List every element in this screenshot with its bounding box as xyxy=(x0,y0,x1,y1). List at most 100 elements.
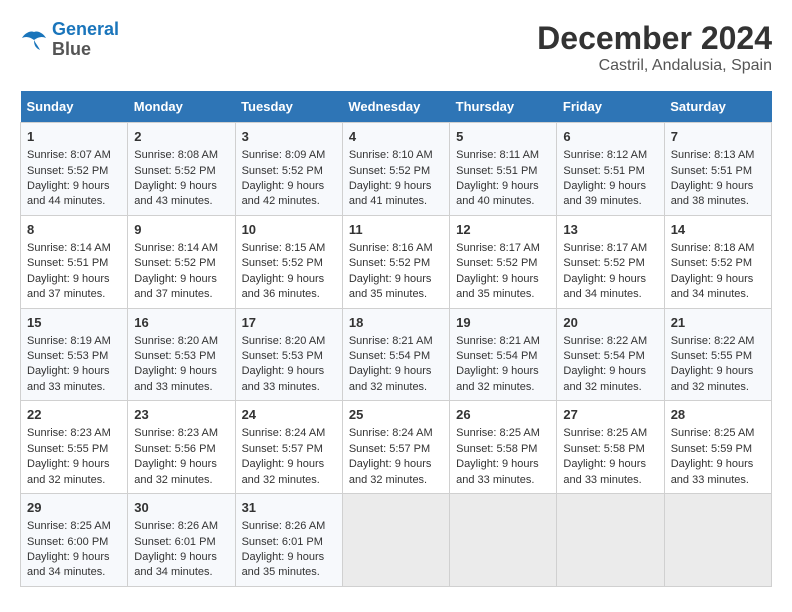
sunset: Sunset: 6:01 PM xyxy=(242,536,323,548)
sunrise: Sunrise: 8:20 AM xyxy=(134,335,218,347)
location: Castril, Andalusia, Spain xyxy=(537,57,772,75)
title-block: December 2024 Castril, Andalusia, Spain xyxy=(537,20,772,75)
week-row-5: 29Sunrise: 8:25 AMSunset: 6:00 PMDayligh… xyxy=(21,494,772,587)
sunrise: Sunrise: 8:09 AM xyxy=(242,149,326,161)
day-number: 16 xyxy=(134,314,228,332)
day-number: 29 xyxy=(27,499,121,517)
daylight: Daylight: 9 hours and 40 minutes. xyxy=(456,180,539,207)
sunset: Sunset: 5:52 PM xyxy=(349,257,430,269)
day-number: 1 xyxy=(27,128,121,146)
sunrise: Sunrise: 8:25 AM xyxy=(456,427,540,439)
week-row-1: 1Sunrise: 8:07 AMSunset: 5:52 PMDaylight… xyxy=(21,123,772,216)
daylight: Daylight: 9 hours and 34 minutes. xyxy=(134,551,217,578)
daylight: Daylight: 9 hours and 33 minutes. xyxy=(242,365,325,392)
sunset: Sunset: 6:01 PM xyxy=(134,536,215,548)
calendar-cell: 3 Sunrise: 8:09 AM Sunset: 5:52 PM Daylight… xyxy=(235,123,342,216)
sunset: Sunset: 5:52 PM xyxy=(456,257,537,269)
sunrise: Sunrise: 8:23 AM xyxy=(27,427,111,439)
daylight: Daylight: 9 hours and 35 minutes. xyxy=(349,273,432,300)
sunset: Sunset: 5:54 PM xyxy=(563,350,644,362)
header-day-tuesday: Tuesday xyxy=(235,91,342,123)
week-row-4: 22Sunrise: 8:23 AMSunset: 5:55 PMDayligh… xyxy=(21,401,772,494)
logo-bird-icon xyxy=(20,28,48,52)
calendar-cell xyxy=(450,494,557,587)
daylight: Daylight: 9 hours and 34 minutes. xyxy=(671,273,754,300)
header-day-friday: Friday xyxy=(557,91,664,123)
sunrise: Sunrise: 8:16 AM xyxy=(349,242,433,254)
calendar-cell: 22Sunrise: 8:23 AMSunset: 5:55 PMDayligh… xyxy=(21,401,128,494)
day-number: 2 xyxy=(134,128,228,146)
header-day-monday: Monday xyxy=(128,91,235,123)
calendar-cell: 5 Sunrise: 8:11 AM Sunset: 5:51 PM Daylight… xyxy=(450,123,557,216)
day-number: 22 xyxy=(27,406,121,424)
day-number: 28 xyxy=(671,406,765,424)
sunrise: Sunrise: 8:08 AM xyxy=(134,149,218,161)
day-number: 7 xyxy=(671,128,765,146)
calendar-cell xyxy=(664,494,771,587)
daylight: Daylight: 9 hours and 36 minutes. xyxy=(242,273,325,300)
day-number: 5 xyxy=(456,128,550,146)
day-number: 12 xyxy=(456,221,550,239)
calendar-cell: 12 Sunrise: 8:17 AM Sunset: 5:52 PM Dayligh… xyxy=(450,215,557,308)
daylight: Daylight: 9 hours and 37 minutes. xyxy=(27,273,110,300)
calendar-cell: 25Sunrise: 8:24 AMSunset: 5:57 PMDayligh… xyxy=(342,401,449,494)
sunrise: Sunrise: 8:17 AM xyxy=(456,242,540,254)
sunset: Sunset: 5:51 PM xyxy=(27,257,108,269)
day-number: 6 xyxy=(563,128,657,146)
sunset: Sunset: 5:53 PM xyxy=(27,350,108,362)
calendar-cell: 10Sunrise: 8:15 AMSunset: 5:52 PMDayligh… xyxy=(235,215,342,308)
sunrise: Sunrise: 8:25 AM xyxy=(671,427,755,439)
sunset: Sunset: 5:54 PM xyxy=(456,350,537,362)
daylight: Daylight: 9 hours and 38 minutes. xyxy=(671,180,754,207)
sunrise: Sunrise: 8:11 AM xyxy=(456,149,539,161)
day-number: 14 xyxy=(671,221,765,239)
sunrise: Sunrise: 8:26 AM xyxy=(134,520,218,532)
calendar-cell: 11 Sunrise: 8:16 AM Sunset: 5:52 PM Dayligh… xyxy=(342,215,449,308)
sunset: Sunset: 5:55 PM xyxy=(671,350,752,362)
day-number: 8 xyxy=(27,221,121,239)
sunset: Sunset: 5:52 PM xyxy=(27,165,108,177)
daylight: Daylight: 9 hours and 33 minutes. xyxy=(456,458,539,485)
calendar-cell: 18Sunrise: 8:21 AMSunset: 5:54 PMDayligh… xyxy=(342,308,449,401)
sunset: Sunset: 5:53 PM xyxy=(242,350,323,362)
sunset: Sunset: 6:00 PM xyxy=(27,536,108,548)
daylight: Daylight: 9 hours and 42 minutes. xyxy=(242,180,325,207)
sunrise: Sunrise: 8:23 AM xyxy=(134,427,218,439)
calendar-cell: 20Sunrise: 8:22 AMSunset: 5:54 PMDayligh… xyxy=(557,308,664,401)
sunrise: Sunrise: 8:21 AM xyxy=(349,335,433,347)
day-number: 9 xyxy=(134,221,228,239)
daylight: Daylight: 9 hours and 32 minutes. xyxy=(349,365,432,392)
day-number: 19 xyxy=(456,314,550,332)
daylight: Daylight: 9 hours and 33 minutes. xyxy=(563,458,646,485)
day-number: 11 xyxy=(349,221,443,239)
sunrise: Sunrise: 8:19 AM xyxy=(27,335,111,347)
calendar-cell: 14Sunrise: 8:18 AMSunset: 5:52 PMDayligh… xyxy=(664,215,771,308)
calendar-cell: 21Sunrise: 8:22 AMSunset: 5:55 PMDayligh… xyxy=(664,308,771,401)
day-number: 18 xyxy=(349,314,443,332)
sunset: Sunset: 5:57 PM xyxy=(349,443,430,455)
sunset: Sunset: 5:51 PM xyxy=(671,165,752,177)
daylight: Daylight: 9 hours and 33 minutes. xyxy=(134,365,217,392)
sunset: Sunset: 5:53 PM xyxy=(134,350,215,362)
calendar-cell: 2Sunrise: 8:08 AMSunset: 5:52 PMDaylight… xyxy=(128,123,235,216)
sunset: Sunset: 5:52 PM xyxy=(242,257,323,269)
day-number: 30 xyxy=(134,499,228,517)
sunset: Sunset: 5:52 PM xyxy=(242,165,323,177)
day-number: 23 xyxy=(134,406,228,424)
calendar-cell xyxy=(342,494,449,587)
daylight: Daylight: 9 hours and 32 minutes. xyxy=(134,458,217,485)
sunrise: Sunrise: 8:20 AM xyxy=(242,335,326,347)
daylight: Daylight: 9 hours and 32 minutes. xyxy=(671,365,754,392)
sunset: Sunset: 5:59 PM xyxy=(671,443,752,455)
day-number: 17 xyxy=(242,314,336,332)
logo: GeneralBlue xyxy=(20,20,119,60)
day-number: 3 xyxy=(242,128,336,146)
sunset: Sunset: 5:51 PM xyxy=(456,165,537,177)
month-title: December 2024 xyxy=(537,20,772,57)
sunset: Sunset: 5:58 PM xyxy=(456,443,537,455)
sunrise: Sunrise: 8:22 AM xyxy=(563,335,647,347)
sunset: Sunset: 5:58 PM xyxy=(563,443,644,455)
daylight: Daylight: 9 hours and 37 minutes. xyxy=(134,273,217,300)
daylight: Daylight: 9 hours and 33 minutes. xyxy=(671,458,754,485)
daylight: Daylight: 9 hours and 35 minutes. xyxy=(456,273,539,300)
